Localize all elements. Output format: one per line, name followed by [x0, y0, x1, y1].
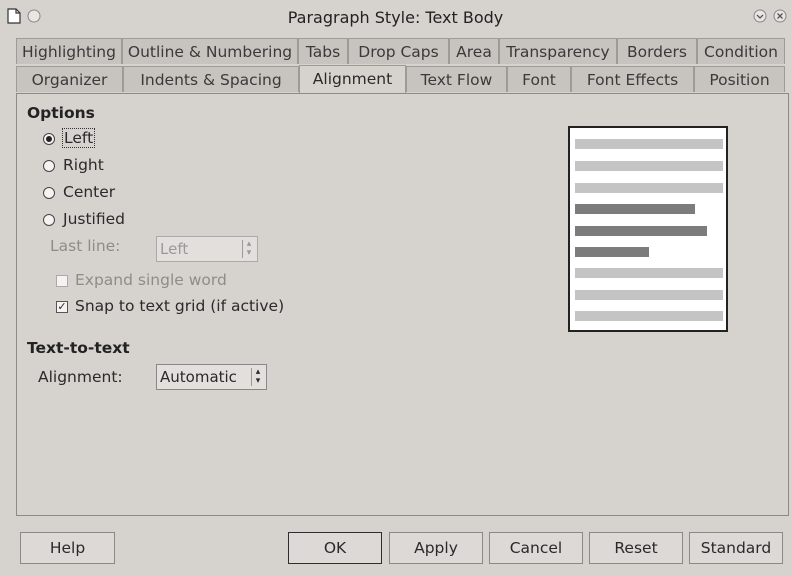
snap-to-grid-label[interactable]: Snap to text grid (if active) [75, 297, 284, 315]
tab-outline-numbering[interactable]: Outline & Numbering [122, 38, 298, 64]
expand-single-word-checkbox [56, 275, 68, 287]
preview-line [575, 290, 723, 300]
expand-single-word-label: Expand single word [75, 271, 227, 289]
close-icon[interactable] [772, 8, 788, 24]
spin-arrows-icon: ▴ ▾ [251, 368, 264, 386]
radio-center-label[interactable]: Center [63, 183, 115, 201]
options-heading: Options [27, 104, 95, 122]
preview-line [575, 161, 723, 171]
tab-borders[interactable]: Borders [617, 38, 697, 64]
tab-font[interactable]: Font [507, 66, 571, 92]
radio-right[interactable] [43, 160, 55, 172]
radio-justified[interactable] [43, 214, 55, 226]
last-line-label: Last line: [50, 237, 121, 255]
tab-indents-spacing[interactable]: Indents & Spacing [123, 66, 299, 92]
minimize-icon[interactable] [752, 8, 768, 24]
preview-line-current [575, 204, 695, 214]
radio-left[interactable] [43, 133, 55, 145]
last-line-select: Left ▴ ▾ [156, 236, 258, 262]
preview-line-current [575, 226, 707, 236]
reset-button[interactable]: Reset [589, 532, 683, 564]
text-to-text-heading: Text-to-text [27, 339, 130, 357]
radio-right-label[interactable]: Right [63, 156, 104, 174]
text-alignment-select[interactable]: Automatic ▴ ▾ [156, 364, 267, 390]
ok-button[interactable]: OK [288, 532, 382, 564]
tab-area[interactable]: Area [449, 38, 499, 64]
radio-left-text: Left [62, 128, 96, 148]
tab-font-effects[interactable]: Font Effects [571, 66, 694, 92]
preview-line-current [575, 247, 649, 257]
snap-to-grid-checkbox[interactable]: ✓ [56, 301, 68, 313]
tab-drop-caps[interactable]: Drop Caps [348, 38, 449, 64]
tab-transparency[interactable]: Transparency [499, 38, 617, 64]
radio-center[interactable] [43, 187, 55, 199]
tab-highlighting[interactable]: Highlighting [16, 38, 122, 64]
preview-line [575, 183, 723, 193]
tab-tabs[interactable]: Tabs [298, 38, 348, 64]
radio-left-label[interactable]: Left [62, 128, 96, 148]
help-button[interactable]: Help [20, 532, 115, 564]
standard-button[interactable]: Standard [689, 532, 783, 564]
alignment-label: Alignment: [38, 368, 123, 386]
spin-arrows-icon: ▴ ▾ [242, 240, 255, 258]
cancel-button[interactable]: Cancel [489, 532, 583, 564]
preview-line [575, 311, 723, 321]
preview-line [575, 139, 723, 149]
tab-condition[interactable]: Condition [697, 38, 785, 64]
preview-line [575, 268, 723, 278]
last-line-value: Left [160, 240, 189, 258]
apply-button[interactable]: Apply [389, 532, 483, 564]
text-alignment-value: Automatic [160, 368, 237, 386]
tab-organizer[interactable]: Organizer [16, 66, 123, 92]
title-bar: Paragraph Style: Text Body [0, 0, 791, 36]
alignment-preview [568, 126, 728, 332]
window-title: Paragraph Style: Text Body [287, 8, 504, 27]
radio-justified-label[interactable]: Justified [63, 210, 125, 228]
tab-alignment[interactable]: Alignment [299, 65, 406, 94]
tab-position[interactable]: Position [694, 66, 785, 92]
tab-text-flow[interactable]: Text Flow [406, 66, 507, 92]
